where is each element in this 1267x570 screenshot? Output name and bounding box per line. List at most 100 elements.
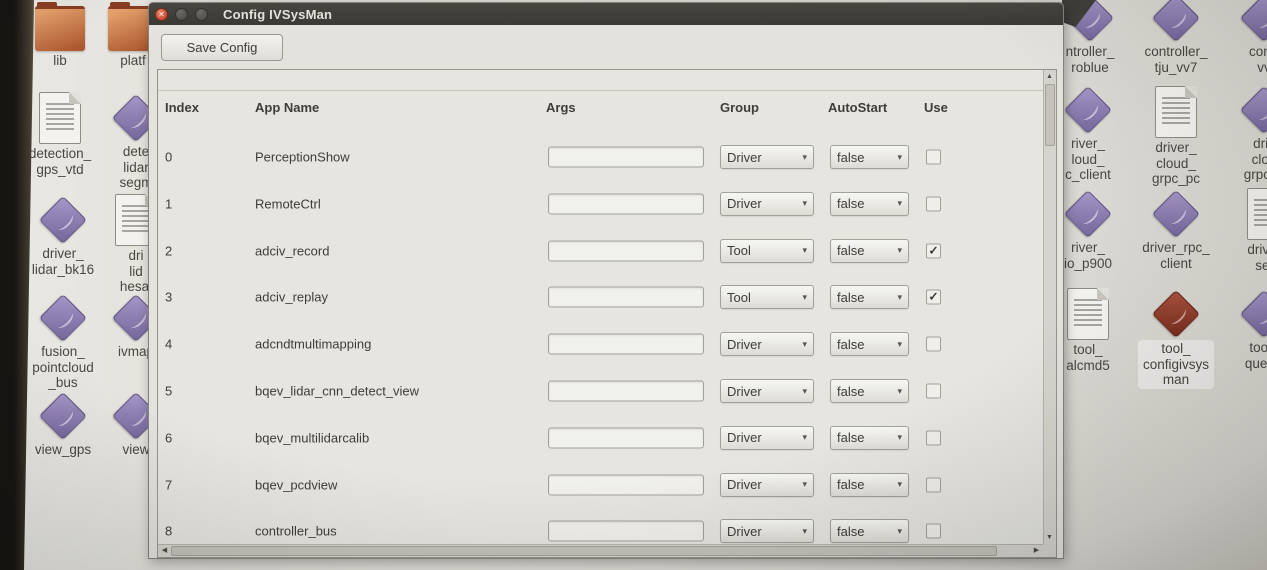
icon-label: driver_rpc_client xyxy=(1142,240,1210,271)
autostart-value: false xyxy=(837,524,864,539)
chevron-down-icon: ▾ xyxy=(897,432,902,443)
save-config-button[interactable]: Save Config xyxy=(161,34,283,61)
autostart-dropdown[interactable]: false▾ xyxy=(830,145,909,169)
vertical-scrollbar-thumb[interactable] xyxy=(1045,84,1055,146)
group-dropdown[interactable]: Driver▾ xyxy=(720,473,814,497)
use-checkbox[interactable] xyxy=(926,150,941,165)
group-dropdown[interactable]: Driver▾ xyxy=(720,192,814,216)
autostart-dropdown[interactable]: false ▾ xyxy=(830,519,909,543)
chevron-down-icon: ▾ xyxy=(802,526,807,537)
use-checkbox[interactable] xyxy=(926,384,941,399)
app-diamond-icon xyxy=(1152,190,1200,238)
diamond-shape xyxy=(1064,86,1112,134)
icon-label: river_loud_c_client xyxy=(1065,136,1111,183)
group-dropdown[interactable]: Tool▾ xyxy=(720,285,814,309)
window-close-icon[interactable] xyxy=(155,8,168,21)
desktop-icon-driver-server[interactable]: driver_serv xyxy=(1220,188,1267,273)
desktop-icon-controller-tju-vv7[interactable]: controller_tju_vv7 xyxy=(1128,0,1224,75)
autostart-value: false xyxy=(837,430,864,445)
autostart-dropdown[interactable]: false▾ xyxy=(830,192,909,216)
window-maximize-icon[interactable] xyxy=(195,8,208,21)
autostart-dropdown[interactable]: false▾ xyxy=(830,473,909,497)
header-use: Use xyxy=(924,100,948,115)
use-checkbox[interactable]: ✓ xyxy=(926,290,941,305)
chevron-down-icon: ▾ xyxy=(897,339,902,350)
args-input[interactable] xyxy=(548,427,704,448)
row-index: 1 xyxy=(165,196,172,211)
autostart-value: false xyxy=(837,477,864,492)
group-dropdown[interactable]: Driver▾ xyxy=(720,332,814,356)
app-diamond-icon xyxy=(1064,86,1112,134)
table-row: 6bqev_multilidarcalibDriver▾false▾ xyxy=(158,415,1044,461)
desktop-icon-tool-configivsysman[interactable]: tool_configivsysman xyxy=(1128,290,1224,389)
app-diamond-icon xyxy=(39,294,87,342)
icon-label: drivclougrpc_s xyxy=(1244,136,1267,183)
diamond-shape xyxy=(1240,290,1267,338)
diamond-shape xyxy=(1240,86,1267,134)
group-dropdown[interactable]: Driver▾ xyxy=(720,145,814,169)
chevron-down-icon: ▾ xyxy=(897,526,902,537)
autostart-dropdown[interactable]: false▾ xyxy=(830,285,909,309)
app-name-label: adcndtmultimapping xyxy=(255,337,371,352)
group-value: Driver xyxy=(727,337,762,352)
use-checkbox[interactable] xyxy=(926,430,941,445)
group-dropdown[interactable]: Driver▾ xyxy=(720,519,814,543)
chevron-down-icon: ▾ xyxy=(897,386,902,397)
args-input[interactable] xyxy=(548,287,704,308)
group-value: Driver xyxy=(727,430,762,445)
header-group: Group xyxy=(720,100,759,115)
diamond-shape xyxy=(1152,0,1200,42)
autostart-dropdown[interactable]: false▾ xyxy=(830,332,909,356)
horizontal-scrollbar[interactable] xyxy=(158,544,1043,557)
icon-label: tool_configivsysman xyxy=(1138,340,1214,389)
icon-label: fusion_pointcloud_bus xyxy=(32,344,94,391)
window-title: Config IVSysMan xyxy=(223,7,332,22)
app-name-label: bqev_pcdview xyxy=(255,477,337,492)
args-input[interactable] xyxy=(548,521,704,542)
use-checkbox[interactable] xyxy=(926,196,941,211)
desktop-icon-controller-vv[interactable]: contrvv xyxy=(1216,0,1267,75)
use-checkbox[interactable] xyxy=(926,477,941,492)
group-dropdown[interactable]: Driver▾ xyxy=(720,379,814,403)
scroll-down-arrow-icon[interactable]: ▼ xyxy=(1043,531,1056,544)
window-titlebar[interactable]: Config IVSysMan xyxy=(149,3,1063,25)
row-index: 8 xyxy=(165,524,172,539)
use-checkbox[interactable] xyxy=(926,337,941,352)
desktop-icon-tool-queryr[interactable]: tool_queryr xyxy=(1216,290,1267,371)
autostart-dropdown[interactable]: false ▾ xyxy=(830,426,909,450)
args-input[interactable] xyxy=(548,474,704,495)
icon-label: view xyxy=(122,442,149,458)
desktop-icon-driver-rpc-client[interactable]: driver_rpc_client xyxy=(1128,190,1224,271)
diamond-shape xyxy=(39,392,87,440)
autostart-dropdown[interactable]: false▾ xyxy=(830,239,909,263)
args-input[interactable] xyxy=(548,240,704,261)
group-value: Tool xyxy=(727,243,751,258)
icon-label: river_io_p900 xyxy=(1064,240,1112,271)
use-checkbox[interactable]: ✓ xyxy=(926,243,941,258)
args-input[interactable] xyxy=(548,334,704,355)
desktop-icon-driver-cloud-grpc-s[interactable]: drivclougrpc_s xyxy=(1216,86,1267,183)
app-diamond-icon xyxy=(1064,190,1112,238)
group-dropdown[interactable]: Driver▾ xyxy=(720,426,814,450)
table-row: 5bqev_lidar_cnn_detect_viewDriver▾false▾ xyxy=(158,368,1044,414)
window-minimize-icon[interactable] xyxy=(175,8,188,21)
icon-label: ntroller_roblue xyxy=(1066,44,1115,75)
args-input[interactable] xyxy=(548,147,704,168)
desktop-icon-driver-cloud-grpc-pc[interactable]: driver_cloud_grpc_pc xyxy=(1128,86,1224,187)
document-icon xyxy=(1247,188,1267,240)
app-name-label: adciv_record xyxy=(255,243,329,258)
autostart-dropdown[interactable]: false▾ xyxy=(830,379,909,403)
scroll-right-arrow-icon[interactable]: ▶ xyxy=(1030,544,1043,557)
document-icon xyxy=(39,92,81,144)
icon-label: controller_tju_vv7 xyxy=(1144,44,1207,75)
horizontal-scrollbar-thumb[interactable] xyxy=(171,546,997,556)
scroll-up-arrow-icon[interactable]: ▲ xyxy=(1043,70,1056,83)
group-dropdown[interactable]: Tool▾ xyxy=(720,239,814,263)
args-input[interactable] xyxy=(548,193,704,214)
table-top-divider xyxy=(158,90,1043,91)
vertical-scrollbar[interactable] xyxy=(1043,70,1056,544)
icon-label: driver_cloud_grpc_pc xyxy=(1152,140,1200,187)
args-input[interactable] xyxy=(548,381,704,402)
scroll-left-arrow-icon[interactable]: ◀ xyxy=(158,544,171,557)
use-checkbox[interactable] xyxy=(926,524,941,539)
